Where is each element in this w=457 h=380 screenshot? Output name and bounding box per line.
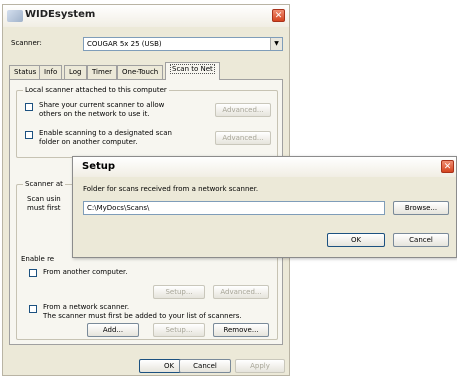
local-scanner-group: Local scanner attached to this computer … bbox=[16, 86, 278, 158]
chevron-down-icon[interactable]: ▼ bbox=[270, 38, 282, 50]
tab-log[interactable]: Log bbox=[64, 65, 87, 79]
cancel-button[interactable]: Cancel bbox=[179, 359, 231, 373]
enable-scan-folder-checkbox[interactable] bbox=[25, 131, 33, 139]
close-icon[interactable]: ✕ bbox=[272, 9, 285, 22]
scanner-label: Scanner: bbox=[11, 39, 42, 47]
enable-scan-folder-label-2: folder on another computer. bbox=[39, 138, 138, 146]
advanced-button-3[interactable]: Advanced... bbox=[213, 285, 269, 299]
local-scanner-group-title: Local scanner attached to this computer bbox=[23, 86, 169, 94]
add-scanner-button[interactable]: Add... bbox=[87, 323, 139, 337]
network-scanner-group-title: Scanner at bbox=[23, 180, 65, 188]
scanner-select-value: COUGAR 5x 25 (USB) bbox=[87, 40, 162, 48]
dialog-ok-button[interactable]: OK bbox=[327, 233, 385, 247]
enable-scan-folder-label-1: Enable scanning to a designated scan bbox=[39, 129, 172, 137]
setup-button-2[interactable]: Setup... bbox=[153, 323, 205, 337]
advanced-button-2[interactable]: Advanced... bbox=[215, 131, 271, 145]
from-computer-checkbox[interactable] bbox=[29, 269, 37, 277]
from-network-scanner-checkbox[interactable] bbox=[29, 305, 37, 313]
setup-button-1[interactable]: Setup... bbox=[153, 285, 205, 299]
tab-status[interactable]: Status bbox=[9, 65, 42, 79]
tab-info[interactable]: Info bbox=[39, 65, 63, 79]
setup-dialog-title: Setup bbox=[82, 161, 116, 172]
tab-strip: Status Info Log Timer One-Touch Scan to … bbox=[9, 61, 283, 80]
from-computer-label: From another computer. bbox=[43, 268, 128, 276]
dialog-cancel-button[interactable]: Cancel bbox=[393, 233, 449, 247]
network-scanner-text-1: Scan usin bbox=[27, 195, 61, 203]
advanced-button-1[interactable]: Advanced... bbox=[215, 103, 271, 117]
from-network-scanner-label-1: From a network scanner. bbox=[43, 303, 130, 311]
from-network-scanner-label-2: The scanner must first be added to your … bbox=[43, 312, 242, 320]
close-icon[interactable]: ✕ bbox=[441, 160, 454, 173]
app-icon bbox=[7, 10, 23, 22]
browse-button[interactable]: Browse... bbox=[393, 201, 449, 215]
scan-folder-path-value: C:\MyDocs\Scans\ bbox=[87, 204, 150, 212]
setup-dialog: Setup ✕ Folder for scans received from a… bbox=[72, 156, 457, 258]
scanner-select[interactable]: COUGAR 5x 25 (USB) ▼ bbox=[83, 37, 283, 51]
remove-scanner-button[interactable]: Remove... bbox=[213, 323, 269, 337]
share-scanner-checkbox[interactable] bbox=[25, 103, 33, 111]
window-title: WIDEsystem bbox=[25, 9, 96, 20]
share-scanner-label-1: Share your current scanner to allow bbox=[39, 101, 165, 109]
network-scanner-text-2: must first bbox=[27, 204, 61, 212]
share-scanner-label-2: others on the network to use it. bbox=[39, 110, 150, 118]
tab-timer[interactable]: Timer bbox=[87, 65, 118, 79]
tab-one-touch[interactable]: One-Touch bbox=[117, 65, 164, 79]
apply-button[interactable]: Apply bbox=[235, 359, 285, 373]
title-bar[interactable]: WIDEsystem ✕ bbox=[3, 5, 289, 27]
tab-scan-to-net[interactable]: Scan to Net bbox=[165, 62, 220, 80]
scan-folder-prompt: Folder for scans received from a network… bbox=[83, 185, 259, 193]
tab-scan-to-net-label: Scan to Net bbox=[170, 64, 215, 74]
scan-folder-path-input[interactable]: C:\MyDocs\Scans\ bbox=[83, 201, 385, 215]
enable-receiving-label: Enable re bbox=[21, 255, 55, 263]
setup-dialog-title-bar[interactable]: Setup ✕ bbox=[73, 157, 456, 177]
